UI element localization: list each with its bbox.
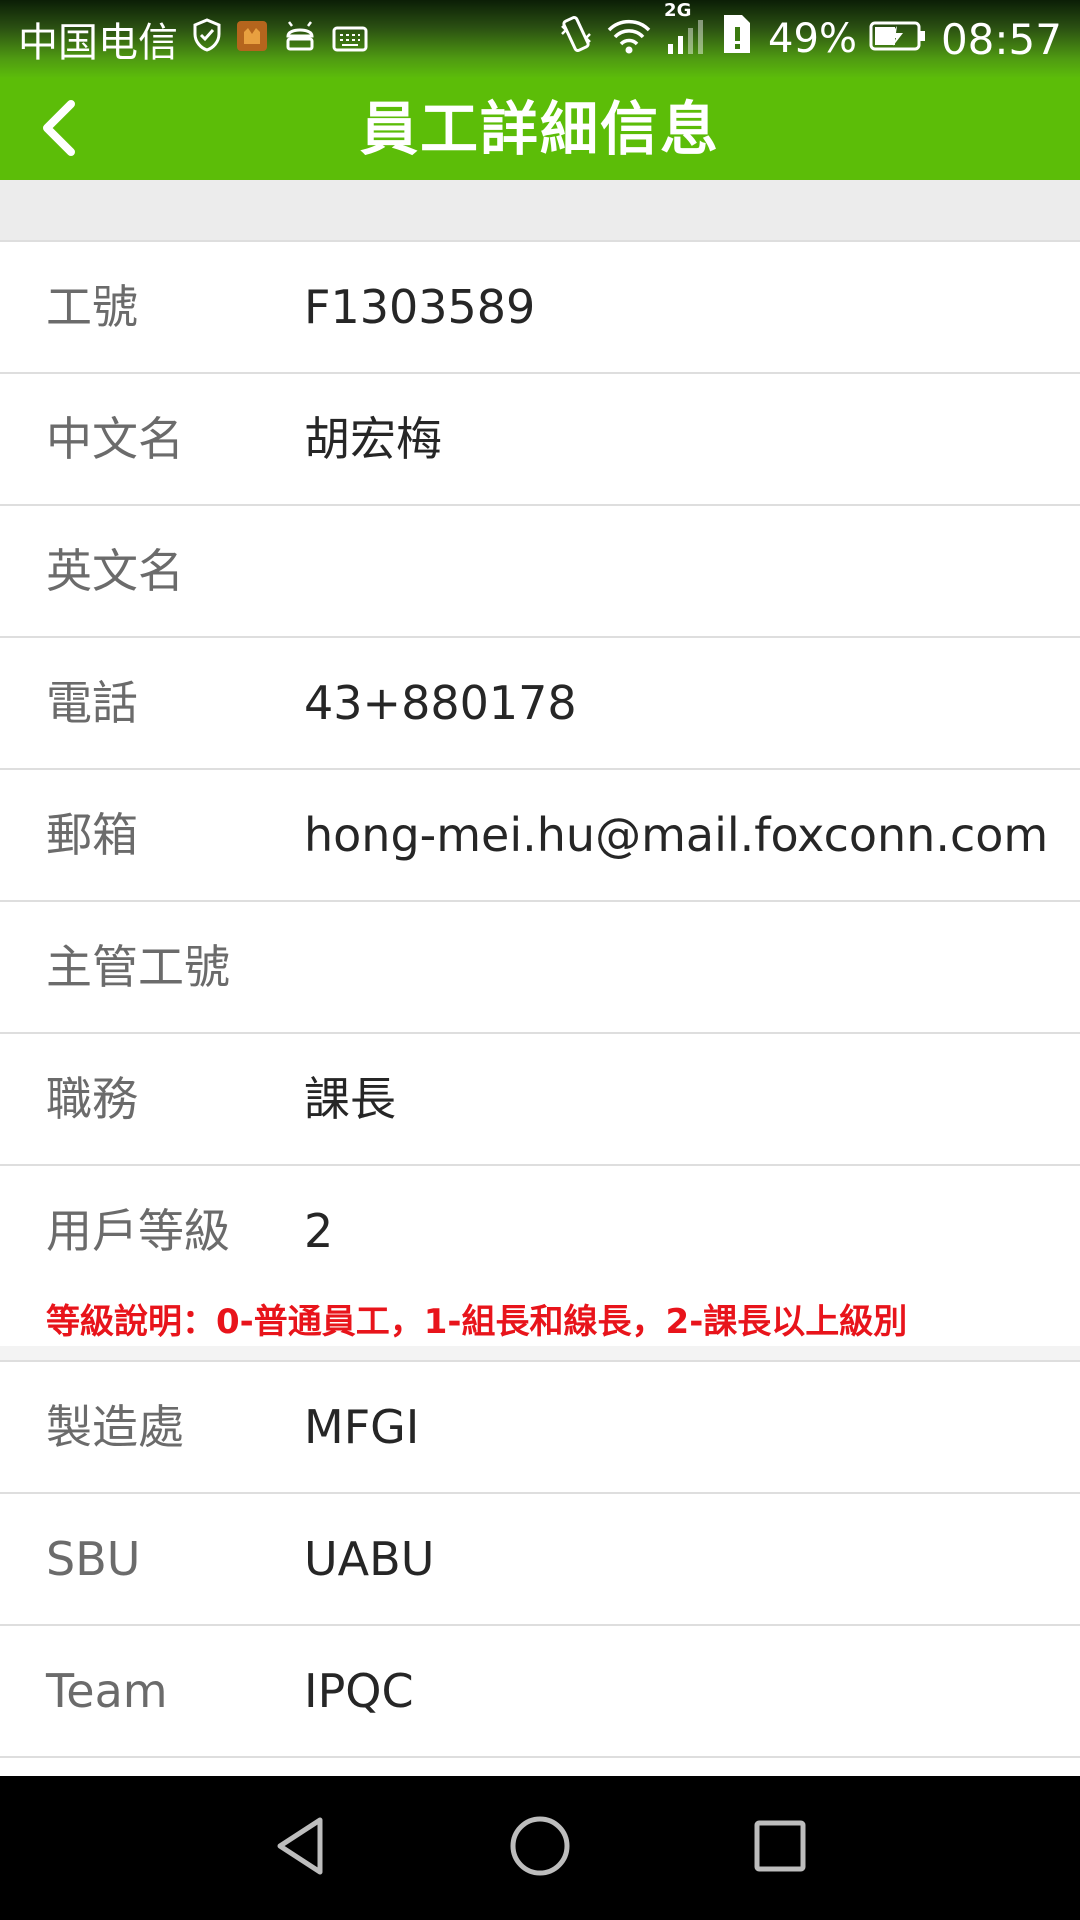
sim-alert-icon — [720, 11, 754, 67]
field-row-supervisor-id: 主管工號 — [0, 902, 1080, 1034]
battery-charging-icon — [869, 16, 927, 62]
app-notification-icon — [236, 16, 268, 62]
field-row-english-name: 英文名 — [0, 506, 1080, 638]
field-value: hong-mei.hu@mail.foxconn.com — [304, 808, 1049, 862]
field-label: SBU — [46, 1532, 141, 1586]
android-debug-icon — [282, 16, 318, 62]
network-type-label: 2G — [664, 0, 692, 21]
field-label: 中文名 — [46, 412, 184, 466]
home-circle-icon — [508, 1814, 572, 1882]
battery-percent: 49% — [768, 16, 857, 62]
status-bar-left: 中国电信 — [18, 14, 368, 66]
carrier-name: 中国电信 — [18, 20, 178, 66]
field-label: 工號 — [46, 280, 138, 334]
field-row-position: 職務 課長 — [0, 1034, 1080, 1166]
recents-square-icon — [750, 1816, 810, 1880]
back-triangle-icon — [270, 1814, 330, 1882]
employee-detail-list: 工號 F1303589 中文名 胡宏梅 英文名 電話 43+880178 郵箱 … — [0, 242, 1080, 1758]
shield-check-icon — [192, 16, 222, 62]
level-description-note: 等級說明：0-普通員工，1-組長和線長，2-課長以上級別 — [46, 1302, 908, 1342]
field-row-employee-id: 工號 F1303589 — [0, 242, 1080, 374]
field-label: 製造處 — [46, 1400, 184, 1454]
system-navigation-bar — [0, 1776, 1080, 1920]
field-row-team: Team IPQC — [0, 1626, 1080, 1758]
status-bar: 中国电信 2G 49% 08:57 — [0, 0, 1080, 78]
field-value — [304, 902, 1060, 1032]
field-value: F1303589 — [304, 280, 536, 334]
field-value: UABU — [304, 1532, 435, 1586]
field-row-user-level: 用戶等級 2 等級說明：0-普通員工，1-組長和線長，2-課長以上級別 — [0, 1166, 1080, 1346]
field-label: 職務 — [46, 1072, 138, 1126]
field-row-email: 郵箱 hong-mei.hu@mail.foxconn.com — [0, 770, 1080, 902]
field-row-sbu: SBU UABU — [0, 1494, 1080, 1626]
field-value: MFGI — [304, 1400, 420, 1454]
field-value — [304, 506, 1060, 636]
vibrate-icon — [558, 12, 594, 66]
field-value: 課長 — [304, 1072, 396, 1126]
status-bar-right: 2G 49% 08:57 — [546, 0, 1062, 67]
field-value: IPQC — [304, 1664, 414, 1718]
back-button[interactable] — [18, 90, 98, 170]
chevron-left-icon — [33, 98, 83, 162]
field-label: 郵箱 — [46, 808, 138, 862]
field-label: 電話 — [46, 676, 138, 730]
clock-time: 08:57 — [940, 14, 1062, 64]
top-spacer — [0, 180, 1080, 242]
section-divider — [0, 1346, 1080, 1362]
field-label: 主管工號 — [46, 940, 230, 994]
field-row-chinese-name: 中文名 胡宏梅 — [0, 374, 1080, 506]
cell-signal-icon: 2G — [664, 0, 708, 66]
field-row-manufacturing-division: 製造處 MFGI — [0, 1362, 1080, 1494]
nav-home-button[interactable] — [490, 1798, 590, 1898]
app-bar: 員工詳細信息 — [0, 78, 1080, 180]
field-label: 用戶等級 — [46, 1204, 230, 1258]
page-title: 員工詳細信息 — [359, 95, 720, 163]
field-value: 2 — [304, 1204, 334, 1258]
field-label: Team — [46, 1664, 168, 1718]
field-label: 英文名 — [46, 544, 184, 598]
field-row-phone: 電話 43+880178 — [0, 638, 1080, 770]
nav-back-button[interactable] — [250, 1798, 350, 1898]
field-value: 胡宏梅 — [304, 412, 442, 466]
keyboard-icon — [332, 16, 368, 62]
app-screen: 中国电信 2G 49% 08:57 員工詳細信息 工號 F1303589 中文名… — [0, 0, 1080, 1920]
wifi-icon — [606, 14, 652, 64]
nav-recents-button[interactable] — [730, 1798, 830, 1898]
field-value: 43+880178 — [304, 676, 577, 730]
